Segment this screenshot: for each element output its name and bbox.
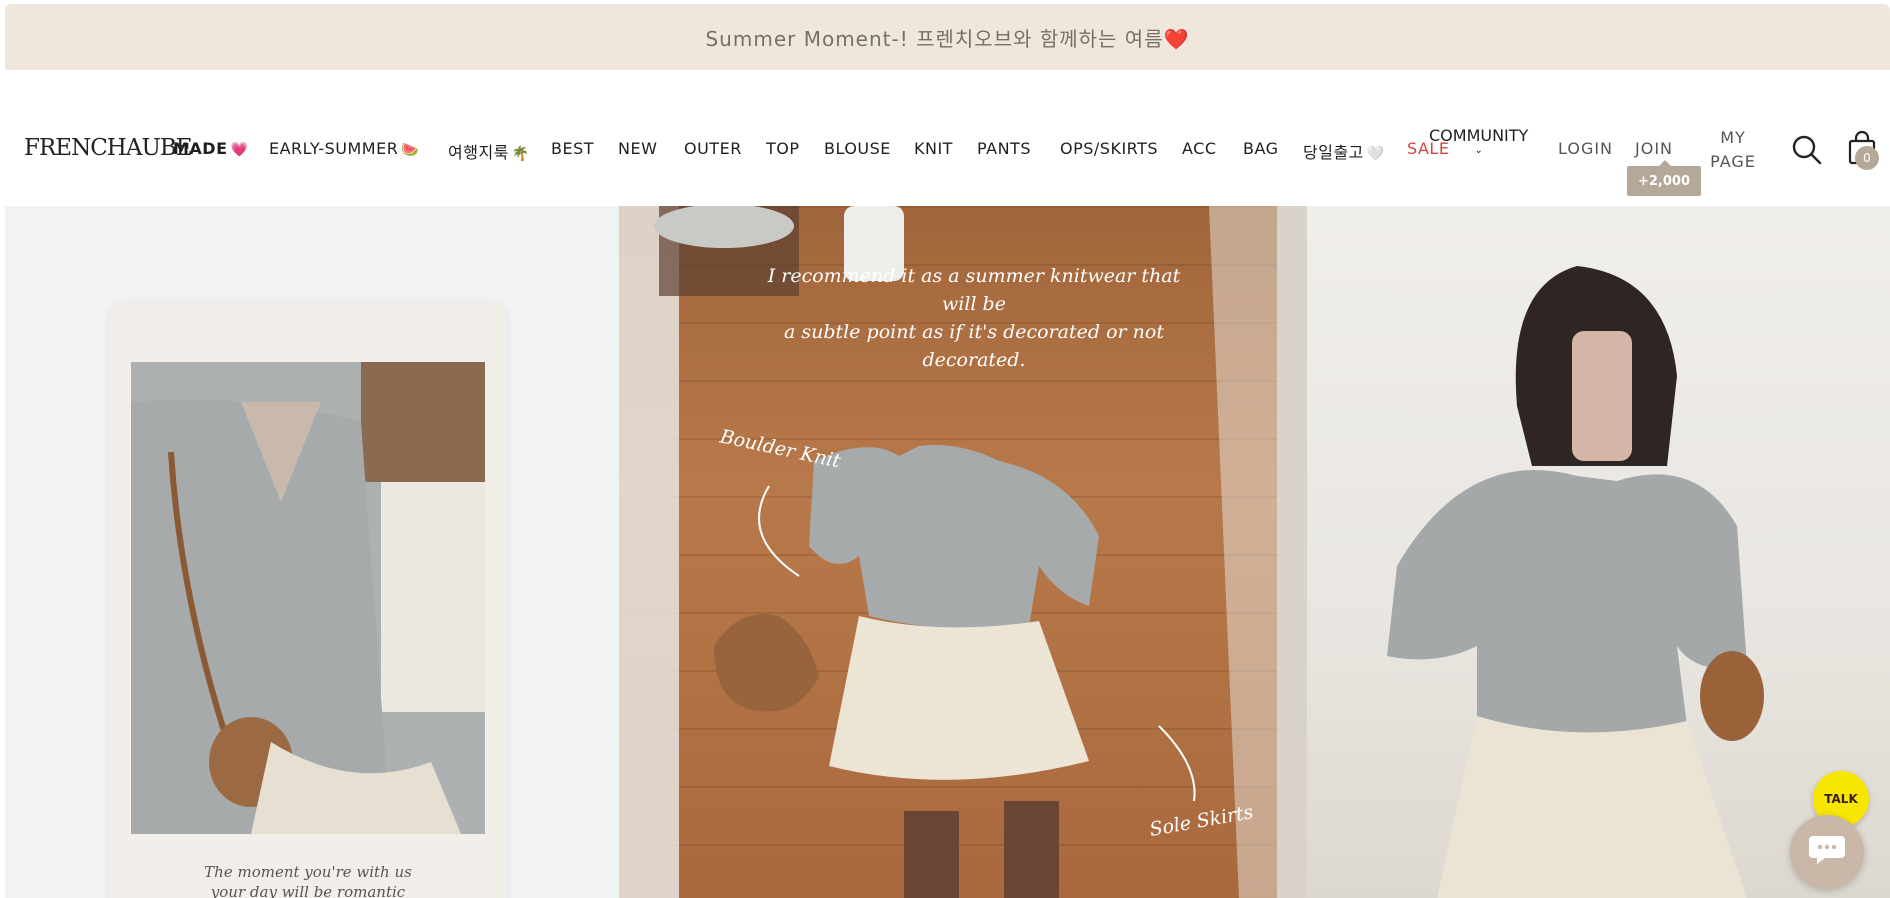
knit-sweater-photo (131, 362, 485, 834)
nav-label: 여행지룩 (448, 143, 509, 162)
community-label: COMMUNITY (1429, 126, 1529, 145)
nav-item-bag[interactable]: BAG (1243, 139, 1279, 158)
nav-item-made[interactable]: MADE 💗 (173, 139, 248, 158)
main-nav: MADE 💗 EARLY-SUMMER 🍉 여행지룩 🌴 BEST NEW OUTER… (5, 70, 1890, 206)
palm-tree-icon: 🌴 (511, 146, 530, 162)
chat-bubble-icon (1807, 833, 1847, 871)
nav-item-early-summer[interactable]: EARLY-SUMMER 🍉 (269, 139, 419, 158)
login-link[interactable]: LOGIN (1558, 139, 1613, 158)
white-heart-icon: 🤍 (1366, 146, 1385, 162)
announcement-text: Summer Moment-! 프렌치오브와 함께하는 여름❤️ (705, 26, 1190, 51)
nav-item-pants[interactable]: PANTS (977, 139, 1031, 158)
chat-button[interactable] (1790, 815, 1864, 889)
nav-item-best[interactable]: BEST (551, 139, 594, 158)
flatlay-caption: I recommend it as a summer knitwear that… (764, 262, 1184, 374)
nav-item-acc[interactable]: ACC (1182, 139, 1217, 158)
nav-item-knit[interactable]: KNIT (914, 139, 953, 158)
hero-panel-model (1277, 206, 1890, 898)
nav-item-outer[interactable]: OUTER (684, 139, 742, 158)
nav-item-same-day[interactable]: 당일출고 🤍 (1303, 139, 1385, 163)
cart-count-badge: 0 (1855, 146, 1879, 170)
join-reward-badge: +2,000 (1627, 160, 1701, 196)
flatlay-caption-line1: I recommend it as a summer knitwear that… (767, 265, 1181, 315)
mypage-line2: PAGE (1710, 152, 1756, 171)
nav-label: EARLY-SUMMER (269, 139, 399, 158)
nav-item-blouse[interactable]: BLOUSE (824, 139, 891, 158)
join-link[interactable]: JOIN (1635, 139, 1673, 158)
nav-item-new[interactable]: NEW (618, 139, 657, 158)
search-icon[interactable] (1791, 134, 1823, 166)
card-caption-line2: your day will be romantic (210, 883, 406, 898)
hero-panel-left: The moment you're with us your day will … (5, 206, 619, 898)
nav-label: MADE (173, 139, 228, 158)
watermelon-icon: 🍉 (401, 142, 420, 158)
heart-icon: 💗 (230, 142, 249, 158)
announcement-bar: Summer Moment-! 프렌치오브와 함께하는 여름❤️ (5, 4, 1890, 70)
chevron-down-icon: ⌄ (1474, 145, 1483, 156)
nav-item-travel-look[interactable]: 여행지룩 🌴 (448, 139, 530, 163)
card-caption: The moment you're with us your day will … (110, 862, 506, 898)
model-mirror-selfie (1277, 206, 1764, 898)
hero-banner[interactable]: The moment you're with us your day will … (5, 206, 1890, 898)
nav-label: 당일출고 (1303, 143, 1364, 162)
flatlay-caption-line2: a subtle point as if it's decorated or n… (784, 321, 1164, 371)
hero-panel-flatlay: I recommend it as a summer knitwear that… (619, 206, 1277, 898)
nav-item-community[interactable]: COMMUNITY ⌄ (1429, 126, 1528, 156)
mypage-link[interactable]: MY PAGE (1705, 126, 1761, 174)
nav-item-top[interactable]: TOP (766, 139, 800, 158)
card-caption-line1: The moment you're with us (204, 863, 412, 881)
photo-card: The moment you're with us your day will … (110, 302, 506, 898)
mypage-line1: MY (1720, 128, 1746, 147)
nav-item-ops-skirts[interactable]: OPS/SKIRTS (1060, 139, 1158, 158)
site-header: FRENCHAUBE MADE 💗 EARLY-SUMMER 🍉 여행지룩 🌴 BES… (5, 70, 1890, 207)
